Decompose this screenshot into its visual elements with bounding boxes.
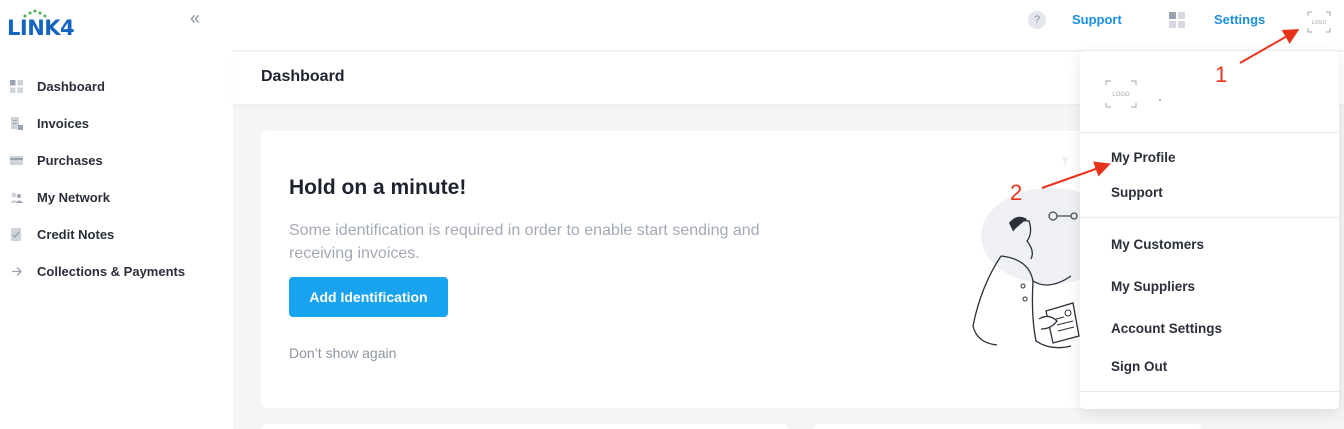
secondary-card — [261, 424, 789, 429]
sidebar: LINK4 « Dashboard Invoices Purchases My — [0, 0, 233, 429]
apps-grid-icon[interactable] — [1169, 12, 1185, 28]
invoice-icon — [10, 117, 23, 130]
divider — [1080, 391, 1339, 392]
arrow-right-icon — [10, 265, 23, 278]
sidebar-item-purchases[interactable]: Purchases — [0, 142, 233, 179]
sidebar-item-dashboard[interactable]: Dashboard — [0, 68, 233, 105]
add-identification-button[interactable]: Add Identification — [289, 277, 448, 317]
page-title: Dashboard — [261, 68, 345, 85]
collapse-sidebar-icon[interactable]: « — [190, 8, 200, 29]
menu-item-my-profile[interactable]: My Profile — [1111, 150, 1176, 165]
sidebar-nav: Dashboard Invoices Purchases My Network … — [0, 68, 233, 290]
menu-item-my-suppliers[interactable]: My Suppliers — [1111, 279, 1195, 294]
company-logo: LOGO — [1104, 77, 1138, 111]
support-link[interactable]: Support — [1072, 12, 1122, 27]
brand-name: LINK4 — [7, 16, 75, 40]
card-title: Hold on a minute! — [289, 176, 467, 199]
sidebar-item-label: Purchases — [37, 153, 103, 168]
network-icon — [10, 191, 23, 204]
secondary-card — [813, 424, 1201, 429]
avatar-logo-text: LOGO — [1312, 20, 1327, 26]
sidebar-item-label: Invoices — [37, 116, 90, 131]
annotation-number-2: 2 — [1010, 180, 1023, 205]
identification-card: Hold on a minute! Some identification is… — [261, 131, 1201, 408]
divider — [1080, 217, 1339, 218]
divider — [1080, 132, 1339, 133]
profile-dropdown-menu: LOGO My Profile Support My Customers My … — [1080, 51, 1339, 409]
sidebar-item-my-network[interactable]: My Network — [0, 179, 233, 216]
dont-show-again-link[interactable]: Don’t show again — [289, 345, 396, 361]
sidebar-item-label: Credit Notes — [37, 227, 115, 242]
dot-separator — [1159, 99, 1161, 101]
help-icon[interactable]: ? — [1028, 11, 1046, 29]
menu-item-account-settings[interactable]: Account Settings — [1111, 321, 1222, 336]
menu-item-support[interactable]: Support — [1111, 185, 1163, 200]
menu-item-sign-out[interactable]: Sign Out — [1111, 359, 1167, 374]
sidebar-item-invoices[interactable]: Invoices — [0, 105, 233, 142]
top-bar: ? Support Settings LOGO — [233, 0, 1344, 51]
sidebar-item-label: Collections & Payments — [37, 264, 186, 279]
sidebar-item-label: My Network — [37, 190, 110, 205]
sidebar-item-credit-notes[interactable]: Credit Notes — [0, 216, 233, 253]
dashboard-icon — [10, 80, 23, 93]
profile-avatar-button[interactable]: LOGO — [1304, 8, 1334, 36]
brand-logo[interactable]: LINK4 — [7, 6, 87, 40]
company-logo-text: LOGO — [1112, 92, 1130, 98]
credit-note-icon — [10, 228, 23, 241]
sidebar-item-label: Dashboard — [37, 79, 105, 94]
settings-link[interactable]: Settings — [1214, 12, 1265, 27]
menu-item-my-customers[interactable]: My Customers — [1111, 237, 1204, 252]
card-icon — [10, 154, 23, 167]
card-description: Some identification is required in order… — [289, 222, 760, 262]
sidebar-item-collections-payments[interactable]: Collections & Payments — [0, 253, 233, 290]
annotation-number-1: 1 — [1215, 62, 1228, 87]
